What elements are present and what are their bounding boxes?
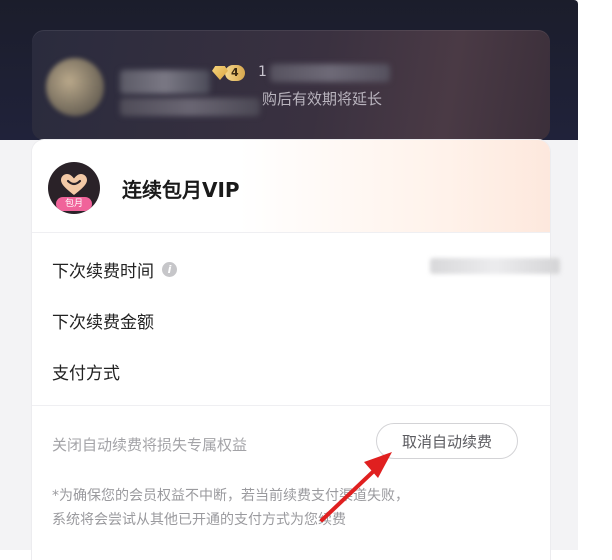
- divider: [32, 405, 550, 406]
- row-label: 下次续费时间: [52, 262, 154, 282]
- diamond-icon: [212, 66, 228, 80]
- banner-text-redacted: [270, 64, 390, 82]
- user-info-redacted: [120, 98, 260, 116]
- renewal-note: *为确保您的会员权益不中断，若当前续费支付渠道失败， 系统将会尝试从其他已开通的…: [52, 484, 522, 532]
- heart-icon: [61, 174, 87, 195]
- banner-description: 购后有效期将延长: [262, 90, 383, 108]
- note-line-1: *为确保您的会员权益不中断，若当前续费支付渠道失败，: [52, 488, 409, 504]
- user-name-redacted: [120, 70, 210, 94]
- banner-text-prefix: 1: [258, 64, 267, 80]
- next-renewal-time-row: 下次续费时间 i: [52, 257, 177, 282]
- card-header: 包月 连续包月VIP: [32, 140, 550, 233]
- user-avatar[interactable]: [46, 58, 104, 116]
- member-banner: [32, 30, 550, 140]
- level-number: 4: [225, 65, 245, 81]
- vip-subscription-card: 包月 连续包月VIP 下次续费时间 i 下次续费金额 支付方式 关闭自动续费将损…: [32, 140, 560, 560]
- info-icon[interactable]: i: [162, 262, 177, 277]
- vip-avatar: 包月: [48, 162, 100, 214]
- row-label: 支付方式: [52, 364, 120, 384]
- monthly-tag: 包月: [56, 197, 92, 211]
- cancel-auto-renew-button[interactable]: 取消自动续费: [376, 423, 518, 459]
- next-renewal-amount-row: 下次续费金额: [52, 308, 154, 333]
- app-frame: 4 1 购后有效期将延长 包月 连续包月VIP 下次续费时间 i 下次续费金额 …: [0, 0, 578, 560]
- payment-method-row: 支付方式: [52, 359, 120, 384]
- cancel-warning-text: 关闭自动续费将损失专属权益: [52, 436, 248, 454]
- row-label: 下次续费金额: [52, 313, 154, 333]
- note-line-2: 系统将会尝试从其他已开通的支付方式为您续费: [52, 512, 346, 528]
- level-badge: 4: [212, 63, 252, 83]
- vip-plan-title: 连续包月VIP: [122, 178, 240, 202]
- renewal-time-value-redacted: [430, 258, 560, 274]
